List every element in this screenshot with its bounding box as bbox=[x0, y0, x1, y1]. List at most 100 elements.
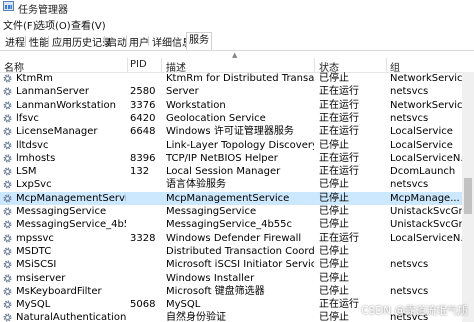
service-group: LocalServiceN... bbox=[390, 152, 462, 164]
menu-options[interactable]: 选项(O) bbox=[35, 17, 71, 32]
service-group: netsvcs bbox=[390, 285, 429, 297]
service-status: 已停止 bbox=[319, 73, 349, 84]
service-status: 已停止 bbox=[319, 219, 349, 231]
service-status: 正在运行 bbox=[319, 166, 359, 178]
menu-file[interactable]: 文件(F) bbox=[3, 17, 37, 32]
service-group: netsvcs bbox=[390, 259, 429, 271]
service-pid bbox=[130, 178, 160, 191]
service-status: 正在运行 bbox=[319, 112, 359, 124]
service-description: TCP/IP NetBIOS Helper bbox=[166, 152, 278, 164]
service-row[interactable]: mpssvc 3328 Windows Defender Firewall 正在运行 L… bbox=[0, 232, 462, 245]
service-name: lltdsvc bbox=[16, 139, 49, 151]
service-gear-icon bbox=[3, 154, 12, 163]
vertical-scrollbar[interactable] bbox=[462, 72, 474, 322]
service-name: msiserver bbox=[16, 272, 66, 284]
service-group: UnistackSvcGr... bbox=[390, 206, 462, 217]
service-pid bbox=[130, 245, 160, 258]
service-row[interactable]: msiserver Windows Installer 已停止 bbox=[0, 272, 462, 285]
column-divider[interactable] bbox=[386, 58, 387, 72]
service-group: UnistackSvcGr... bbox=[390, 219, 462, 231]
service-gear-icon bbox=[3, 141, 12, 149]
column-pid[interactable]: PID bbox=[130, 59, 147, 70]
service-gear-icon bbox=[3, 220, 12, 229]
service-status: 已停止 bbox=[319, 179, 349, 191]
service-gear-icon bbox=[3, 207, 12, 216]
title-bar: 任务管理器 bbox=[0, 0, 474, 16]
service-row[interactable]: LanmanWorkstation 3376 Workstation 正在运行 Netw… bbox=[0, 99, 462, 112]
service-description: Server bbox=[166, 86, 199, 98]
tab-separator bbox=[148, 36, 149, 46]
service-row[interactable]: lfsvc 6420 Geolocation Service 正在运行 netsvcs bbox=[0, 112, 462, 125]
service-row[interactable]: LicenseManager 6648 Windows 许可证管理器服务 正在运行 Lo… bbox=[0, 125, 462, 138]
service-description: Geolocation Service bbox=[166, 112, 266, 124]
service-row[interactable]: MessagingService_4b55c MessagingService_4… bbox=[0, 218, 462, 231]
scrollbar-thumb[interactable] bbox=[464, 178, 472, 214]
service-pid bbox=[130, 72, 160, 85]
service-group: NetworkService... bbox=[390, 73, 462, 84]
service-gear-icon bbox=[3, 74, 12, 83]
service-group bbox=[390, 272, 462, 285]
service-pid: 5068 bbox=[130, 299, 156, 311]
service-name: LSM bbox=[16, 166, 37, 178]
service-row[interactable]: MsKeyboardFilter Microsoft 键盘筛选器 已停止 netsvc… bbox=[0, 285, 462, 298]
column-divider[interactable] bbox=[127, 58, 128, 72]
service-name: lfsvc bbox=[16, 112, 39, 124]
service-description: MessagingService bbox=[166, 206, 257, 217]
service-group: netsvcs bbox=[390, 112, 429, 124]
service-group: netsvcs bbox=[390, 179, 429, 191]
service-name: LxpSvc bbox=[16, 179, 52, 191]
service-description: Windows Installer bbox=[166, 272, 255, 284]
service-pid: 132 bbox=[130, 166, 150, 178]
column-header: 名称 PID 描述 状态 组 bbox=[0, 58, 474, 74]
service-row[interactable]: LxpSvc 语言体验服务 已停止 netsvcs bbox=[0, 178, 462, 191]
service-name: LanmanServer bbox=[16, 86, 90, 98]
column-divider[interactable] bbox=[314, 58, 315, 72]
tab-processes[interactable]: 进程 bbox=[3, 34, 27, 49]
service-status: 已停止 bbox=[319, 206, 349, 217]
service-gear-icon bbox=[3, 127, 12, 136]
service-row[interactable]: MSiSCSI Microsoft iSCSI Initiator Service… bbox=[0, 258, 462, 271]
service-status: 已停止 bbox=[319, 285, 349, 297]
service-group: McpManage... bbox=[390, 192, 460, 204]
tab-separator bbox=[25, 36, 26, 46]
tab-bar: 进程 性能 应用历史记录 启动 用户 详细信息 服务 bbox=[0, 31, 474, 51]
column-divider[interactable] bbox=[161, 58, 162, 72]
service-row[interactable]: lmhosts 8396 TCP/IP NetBIOS Helper 正在运行 Loca… bbox=[0, 152, 462, 165]
service-pid bbox=[130, 285, 160, 298]
service-status: 正在运行 bbox=[319, 86, 359, 98]
service-row[interactable]: LSM 132 Local Session Manager 正在运行 DcomLaunc… bbox=[0, 165, 462, 178]
service-pid bbox=[130, 205, 160, 218]
service-name: mpssvc bbox=[16, 232, 54, 244]
service-group: DcomLaunch bbox=[390, 166, 456, 178]
service-pid bbox=[130, 218, 160, 231]
service-description: 语言体验服务 bbox=[166, 179, 226, 191]
service-pid bbox=[130, 192, 160, 205]
service-row[interactable]: KtmRm KtmRm for Distributed Transaction .… bbox=[0, 72, 462, 85]
service-description: MySQL bbox=[166, 299, 201, 311]
service-pid: 3328 bbox=[130, 232, 156, 244]
service-gear-icon bbox=[3, 101, 12, 110]
service-gear-icon bbox=[3, 300, 12, 309]
service-name: LanmanWorkstation bbox=[16, 99, 116, 111]
service-pid: 3376 bbox=[130, 99, 156, 111]
service-row[interactable]: MessagingService MessagingService 已停止 Unist… bbox=[0, 205, 462, 218]
service-row[interactable]: lltdsvc Link-Layer Topology Discovery Map… bbox=[0, 139, 462, 152]
service-group: LocalServiceN... bbox=[390, 232, 462, 244]
service-gear-icon bbox=[3, 87, 12, 96]
watermark: CSDN @霸道流氓气质 bbox=[361, 305, 468, 317]
service-group: netsvcs bbox=[390, 86, 429, 98]
service-pid bbox=[130, 311, 160, 322]
service-pid bbox=[130, 272, 160, 285]
service-gear-icon bbox=[3, 247, 12, 256]
service-row[interactable]: MSDTC Distributed Transaction Coordinator… bbox=[0, 245, 462, 258]
service-description: Workstation bbox=[166, 99, 226, 111]
menu-view[interactable]: 查看(V) bbox=[71, 17, 106, 32]
service-row[interactable]: LanmanServer 2580 Server 正在运行 netsvcs bbox=[0, 85, 462, 98]
service-status: 正在运行 bbox=[319, 152, 359, 164]
service-description: Microsoft iSCSI Initiator Service bbox=[166, 259, 314, 271]
service-pid: 8396 bbox=[130, 152, 156, 164]
tab-separator bbox=[48, 36, 49, 46]
tab-services[interactable]: 服务 bbox=[186, 32, 212, 50]
service-row[interactable]: McpManagementService McpManagementService… bbox=[0, 191, 462, 205]
service-description: McpManagementService bbox=[166, 192, 290, 204]
